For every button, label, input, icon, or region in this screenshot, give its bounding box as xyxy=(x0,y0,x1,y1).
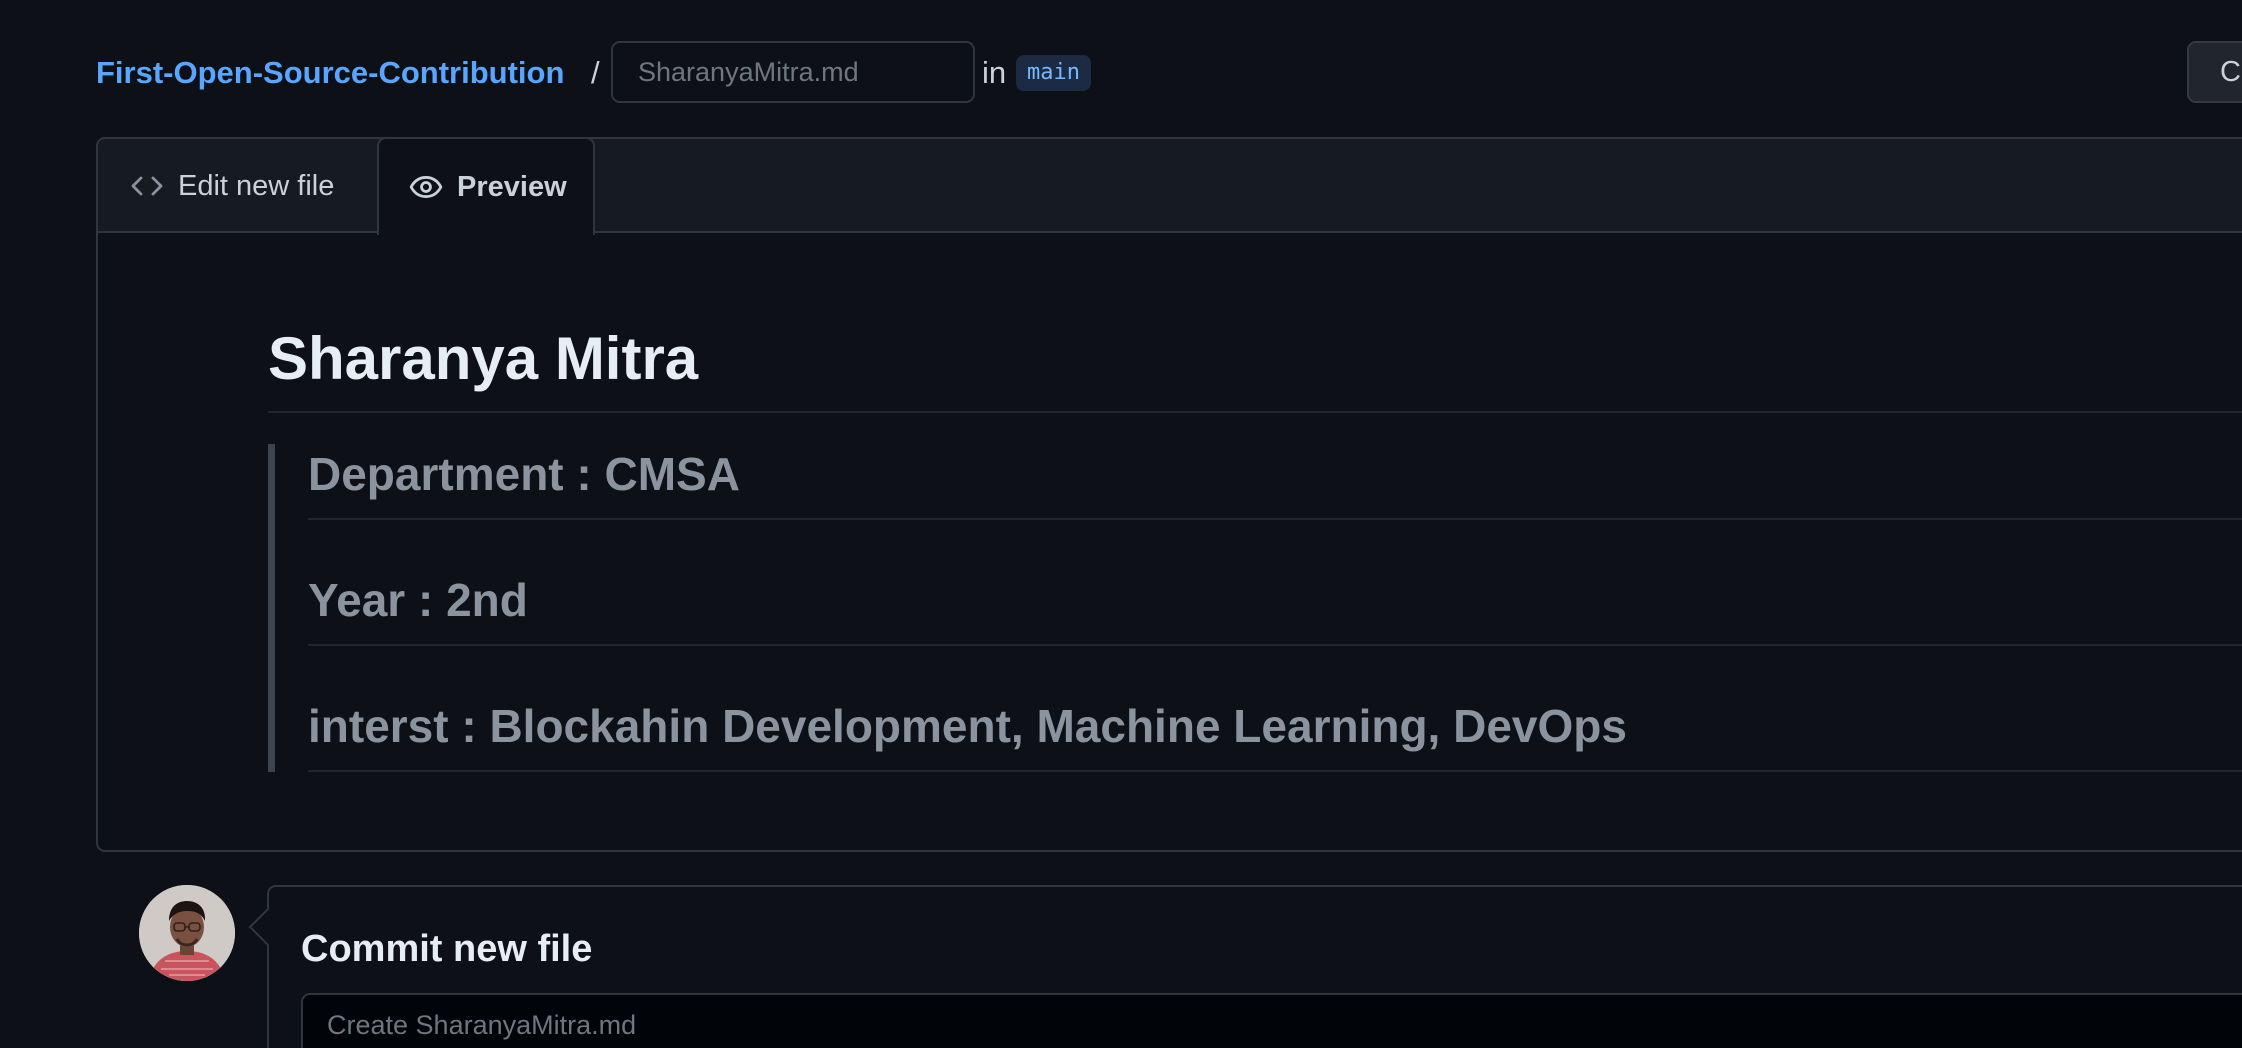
avatar-image xyxy=(139,885,235,981)
editor-tabbar: Edit new file Preview xyxy=(98,137,2242,235)
markdown-preview: Sharanya Mitra Department : CMSA Year : … xyxy=(268,319,2242,772)
repo-link[interactable]: First-Open-Source-Contribution xyxy=(96,53,564,93)
quote-line-interest: interst : Blockahin Development, Machine… xyxy=(308,696,2242,772)
quote-line-department: Department : CMSA xyxy=(308,444,2242,520)
tab-edit-new-file[interactable]: Edit new file xyxy=(130,139,334,233)
preview-heading: Sharanya Mitra xyxy=(268,319,2242,413)
code-icon xyxy=(131,176,163,196)
tab-label: Edit new file xyxy=(178,169,335,202)
tab-label: Preview xyxy=(457,170,567,203)
tab-preview[interactable]: Preview xyxy=(377,137,595,235)
cancel-button[interactable]: Ca xyxy=(2187,41,2242,103)
filename-input[interactable] xyxy=(611,41,975,103)
avatar xyxy=(139,885,235,981)
branch-badge: main xyxy=(1016,55,1091,91)
in-label: in xyxy=(982,55,1007,90)
editor-panel: Edit new file Preview Sharanya Mitra Dep… xyxy=(96,137,2242,852)
commit-message-input[interactable] xyxy=(301,993,2242,1048)
quote-line-year: Year : 2nd xyxy=(308,570,2242,646)
preview-blockquote: Department : CMSA Year : 2nd interst : B… xyxy=(268,444,2242,772)
eye-icon xyxy=(409,176,443,198)
commit-title: Commit new file xyxy=(301,928,593,970)
path-separator: / xyxy=(591,55,600,90)
